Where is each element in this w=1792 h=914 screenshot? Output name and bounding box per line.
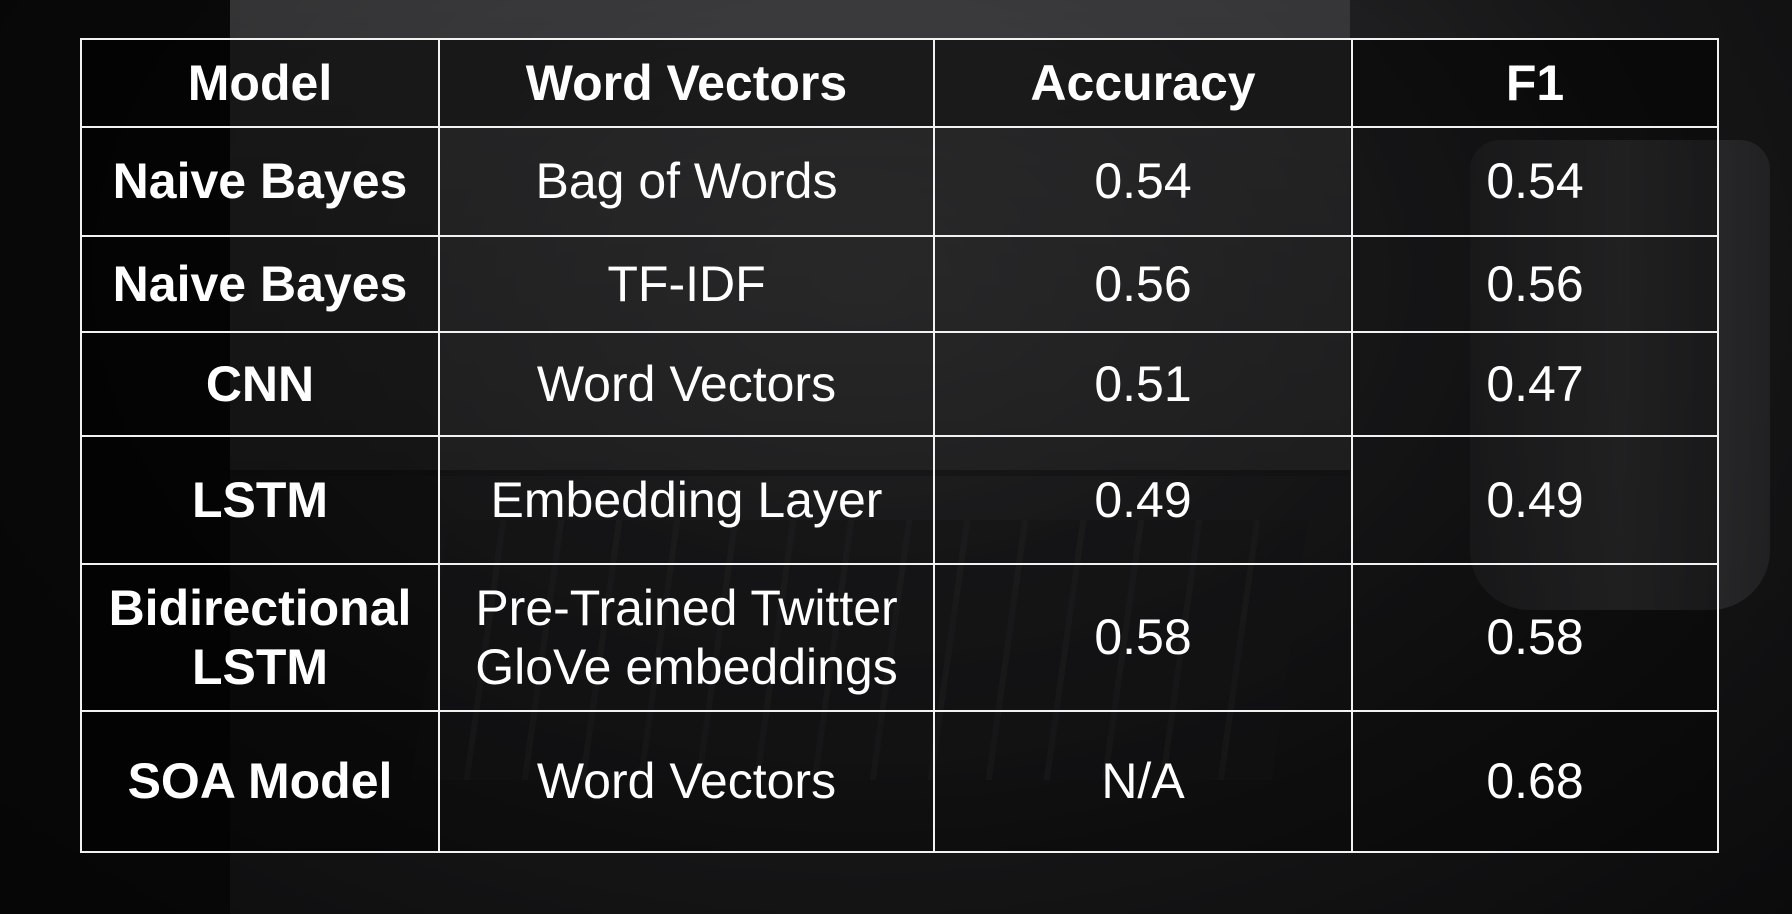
- cell-f1: 0.47: [1351, 331, 1719, 437]
- cell-model: Naive Bayes: [80, 235, 440, 333]
- cell-vectors: Bag of Words: [438, 126, 935, 237]
- cell-f1: 0.49: [1351, 435, 1719, 565]
- header-f1: F1: [1351, 38, 1719, 128]
- cell-vectors: Word Vectors: [438, 710, 935, 853]
- table-row: CNN Word Vectors 0.51 0.47: [80, 331, 1719, 437]
- header-accuracy: Accuracy: [933, 38, 1353, 128]
- cell-accuracy: 0.51: [933, 331, 1353, 437]
- cell-f1: 0.54: [1351, 126, 1719, 237]
- table-row: Bidirectional LSTM Pre-Trained Twitter G…: [80, 563, 1719, 712]
- table-row: Naive Bayes Bag of Words 0.54 0.54: [80, 126, 1719, 237]
- header-model: Model: [80, 38, 440, 128]
- cell-f1: 0.56: [1351, 235, 1719, 333]
- cell-vectors: Pre-Trained Twitter GloVe embeddings: [438, 563, 935, 712]
- table-row: LSTM Embedding Layer 0.49 0.49: [80, 435, 1719, 565]
- cell-vectors: Embedding Layer: [438, 435, 935, 565]
- cell-accuracy: N/A: [933, 710, 1353, 853]
- cell-model: Naive Bayes: [80, 126, 440, 237]
- header-word-vectors: Word Vectors: [438, 38, 935, 128]
- table-row: SOA Model Word Vectors N/A 0.68: [80, 710, 1719, 853]
- cell-model: CNN: [80, 331, 440, 437]
- cell-model: SOA Model: [80, 710, 440, 853]
- cell-f1: 0.58: [1351, 563, 1719, 712]
- cell-vectors: TF-IDF: [438, 235, 935, 333]
- cell-vectors: Word Vectors: [438, 331, 935, 437]
- cell-accuracy: 0.56: [933, 235, 1353, 333]
- cell-accuracy: 0.49: [933, 435, 1353, 565]
- cell-model: LSTM: [80, 435, 440, 565]
- table-row: Naive Bayes TF-IDF 0.56 0.56: [80, 235, 1719, 333]
- cell-accuracy: 0.54: [933, 126, 1353, 237]
- cell-model: Bidirectional LSTM: [80, 563, 440, 712]
- header-row: Model Word Vectors Accuracy F1: [80, 38, 1719, 128]
- cell-accuracy: 0.58: [933, 563, 1353, 712]
- cell-f1: 0.68: [1351, 710, 1719, 853]
- results-table: Model Word Vectors Accuracy F1 Naive Bay…: [80, 38, 1719, 853]
